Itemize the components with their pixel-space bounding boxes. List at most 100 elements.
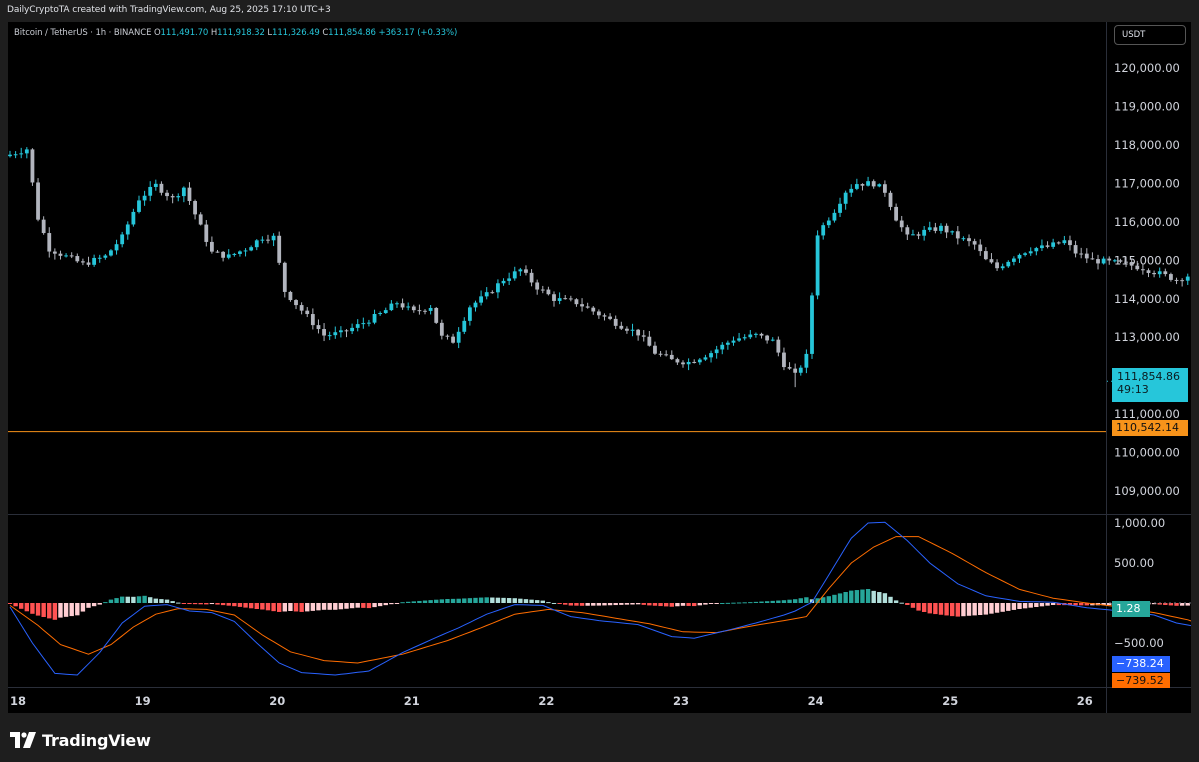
candle-body xyxy=(92,257,97,265)
time-axis-label: 24 xyxy=(808,694,824,708)
macd-histogram-bar xyxy=(776,600,781,603)
candle-body xyxy=(249,247,254,251)
currency-button[interactable]: USDT xyxy=(1114,25,1186,45)
chart-canvas[interactable]: 120,000.00 119,000.00 118,000.00 117,000.00… xyxy=(8,22,1191,713)
candle-body xyxy=(675,359,680,363)
candle-body xyxy=(697,359,702,363)
macd-histogram-bar xyxy=(19,603,24,609)
macd-histogram-bar xyxy=(159,599,164,603)
candle-body xyxy=(400,303,405,308)
macd-histogram-bar xyxy=(518,598,523,603)
macd-histogram-bar xyxy=(355,603,360,608)
candle-body xyxy=(176,196,181,198)
macd-histogram-bar xyxy=(748,602,753,604)
macd-histogram-bar xyxy=(114,598,119,603)
macd-histogram-bar xyxy=(792,599,798,603)
candle-body xyxy=(434,307,439,323)
macd-histogram-bar xyxy=(574,603,579,606)
candle-body xyxy=(1157,271,1162,275)
macd-histogram-bar xyxy=(798,598,803,603)
candle-body xyxy=(215,251,220,253)
macd-histogram-bar xyxy=(955,603,961,617)
tradingview-wordmark: TradingView xyxy=(42,730,151,750)
candle-body xyxy=(927,227,932,230)
price-axis-label: 118,000.00 xyxy=(1114,138,1180,152)
candle-body xyxy=(529,272,534,283)
candle-body xyxy=(367,322,371,324)
macd-axis-label: 500.00 xyxy=(1114,556,1154,570)
macd-histogram-bar xyxy=(529,599,534,603)
candle-body xyxy=(636,329,641,336)
macd-histogram-bar xyxy=(736,602,742,604)
macd-histogram-bar xyxy=(725,602,731,604)
tradingview-logo[interactable]: TradingView xyxy=(10,730,151,750)
symbol-name[interactable]: Bitcoin / TetherUS · 1h · BINANCE xyxy=(14,28,151,38)
macd-histogram-bar xyxy=(1034,603,1039,607)
macd-histogram-bar xyxy=(854,590,860,603)
macd-histogram-bar xyxy=(501,597,506,603)
chart-area[interactable]: 120,000.00 119,000.00 118,000.00 117,000.00… xyxy=(8,22,1191,713)
candle-body xyxy=(232,253,237,255)
macd-histogram-bar xyxy=(271,603,276,612)
candle-body xyxy=(355,324,360,328)
macd-histogram-bar xyxy=(445,599,450,603)
candle-body xyxy=(243,250,248,252)
macd-histogram-bar xyxy=(568,603,574,606)
macd-histogram-bar xyxy=(950,603,955,617)
macd-histogram-bar xyxy=(361,603,366,608)
candle-body xyxy=(613,318,618,326)
candle-body xyxy=(165,192,169,197)
candle-body xyxy=(1073,245,1078,254)
candle-body xyxy=(546,289,551,295)
candle-body xyxy=(602,315,607,317)
time-axis-label: 18 xyxy=(10,694,26,708)
candle-body xyxy=(310,314,315,326)
macd-histogram-bar xyxy=(882,593,888,603)
candle-body xyxy=(535,282,540,290)
candle-body xyxy=(361,323,366,325)
candle-body xyxy=(1079,253,1084,255)
candle-body xyxy=(967,238,971,242)
macd-histogram-bar xyxy=(731,602,736,604)
macd-histogram-bar xyxy=(411,601,416,603)
signal-value-badge: −739.52 xyxy=(1112,673,1170,688)
macd-histogram-bar xyxy=(697,603,703,606)
macd-histogram-bar xyxy=(781,600,787,603)
macd-histogram-bar xyxy=(635,603,641,605)
candle-body xyxy=(883,184,887,193)
candle-body xyxy=(770,339,775,341)
macd-histogram-bar xyxy=(405,601,411,603)
macd-histogram-bar xyxy=(63,603,69,617)
price-axis-label: 115,000.00 xyxy=(1114,253,1180,267)
macd-histogram-bar xyxy=(888,596,893,603)
macd-histogram-bar xyxy=(467,598,473,603)
macd-histogram-bar xyxy=(86,603,91,608)
candle-body xyxy=(849,188,854,193)
publisher-credit: DailyCryptoTA created with TradingView.c… xyxy=(7,5,331,15)
macd-histogram-bar xyxy=(686,603,691,606)
candle-body xyxy=(187,187,192,202)
candle-body xyxy=(148,186,153,196)
macd-histogram-bar xyxy=(602,603,607,606)
candle-body xyxy=(64,255,68,257)
candle-body xyxy=(181,187,186,197)
candle-body xyxy=(462,320,467,332)
candle-body xyxy=(193,201,197,215)
candle-body xyxy=(720,344,725,350)
macd-histogram-bar xyxy=(804,597,809,603)
time-axis-label: 20 xyxy=(269,694,285,708)
candle-body xyxy=(725,342,730,345)
macd-histogram-bar xyxy=(333,603,338,610)
candle-body xyxy=(484,292,489,297)
macd-histogram-bar xyxy=(708,603,714,604)
candle-body xyxy=(518,269,523,272)
candle-body xyxy=(383,310,388,314)
signal-line xyxy=(9,536,1191,664)
macd-histogram-bar xyxy=(97,603,102,605)
candle-body xyxy=(1112,260,1117,262)
macd-histogram-bar xyxy=(759,601,764,603)
candle-body xyxy=(899,220,904,228)
macd-histogram-bar xyxy=(52,603,58,620)
macd-histogram-bar xyxy=(871,590,876,603)
macd-histogram-bar xyxy=(8,603,13,604)
